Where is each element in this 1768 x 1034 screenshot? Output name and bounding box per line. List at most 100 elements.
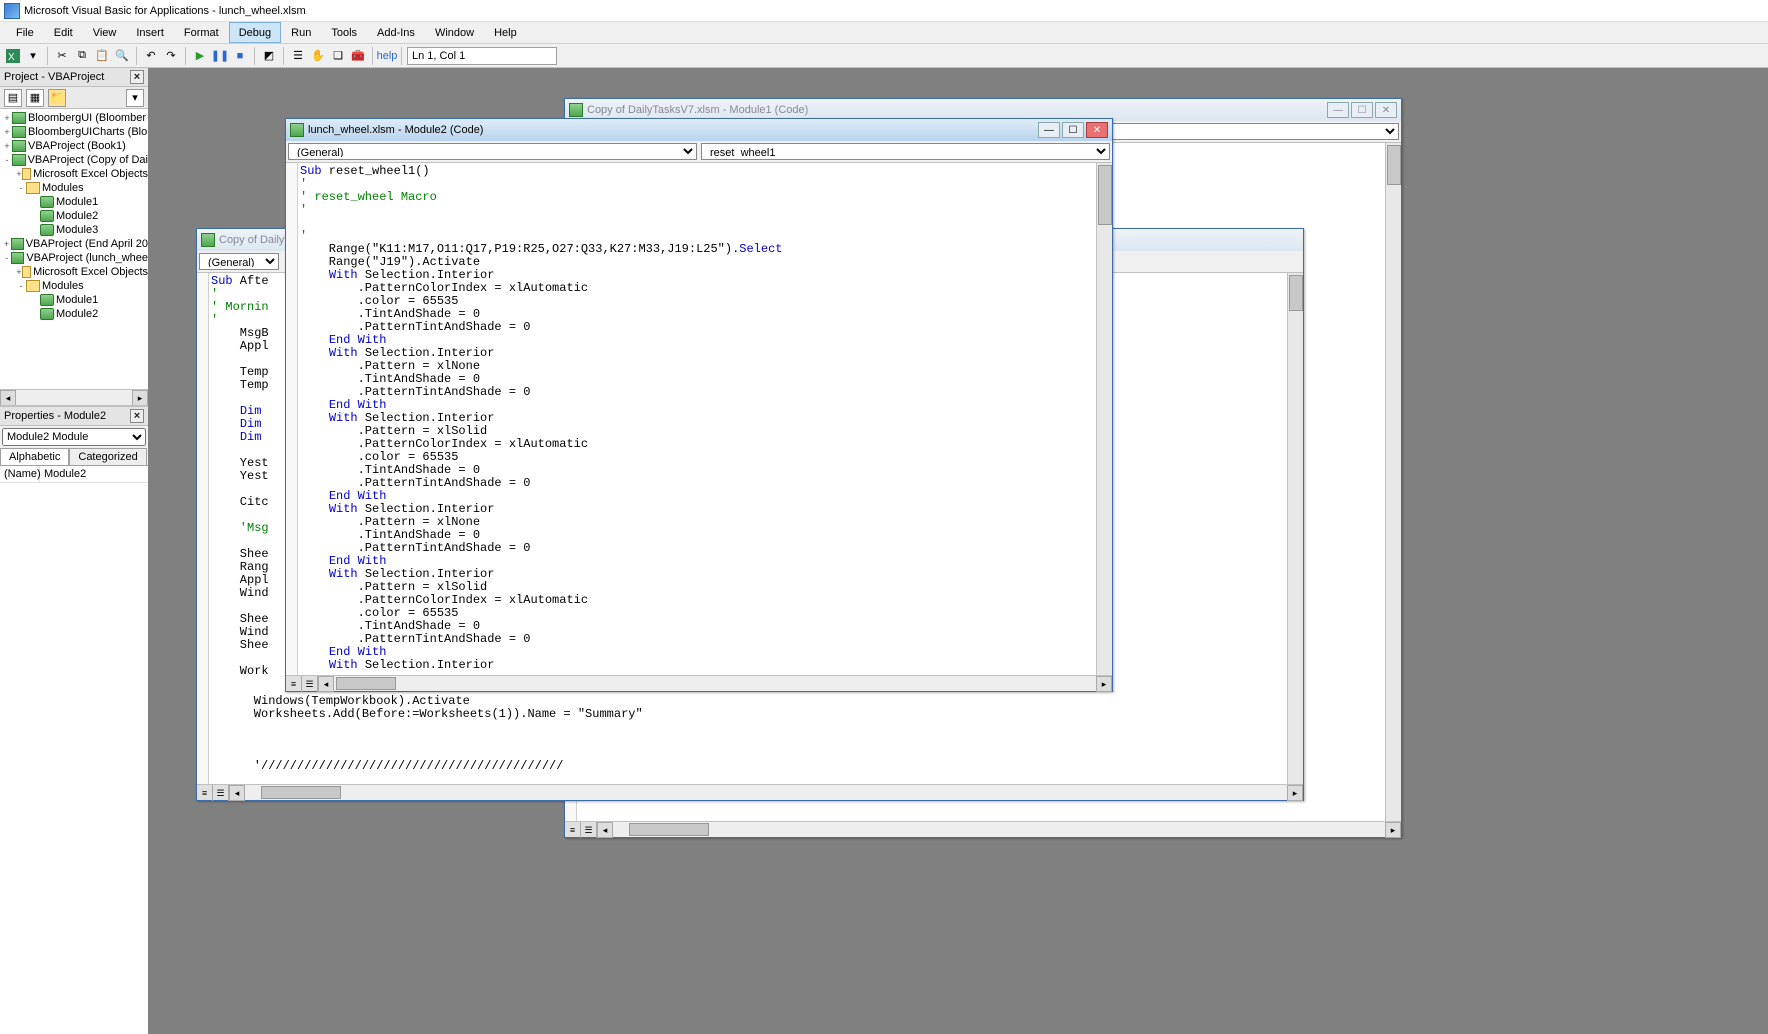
tree-toggle-icon[interactable]: + — [2, 113, 12, 123]
vertical-scrollbar[interactable] — [1096, 163, 1112, 675]
code-window-lunch-wheel-module2[interactable]: lunch_wheel.xlsm - Module2 (Code) — ☐ ✕ … — [285, 118, 1113, 692]
menu-tools[interactable]: Tools — [321, 22, 367, 43]
tree-node[interactable]: Module3 — [0, 223, 148, 237]
minimize-button[interactable]: — — [1327, 102, 1349, 118]
project-tree[interactable]: +BloombergUI (Bloomber+BloombergUICharts… — [0, 109, 148, 389]
tree-toggle-icon[interactable]: + — [2, 239, 11, 249]
tree-node[interactable]: +VBAProject (Book1) — [0, 139, 148, 153]
tree-node[interactable]: -VBAProject (lunch_whee — [0, 251, 148, 265]
paste-icon[interactable]: 📋 — [93, 47, 111, 65]
object-browser-icon[interactable]: ❏ — [329, 47, 347, 65]
properties-object-selector[interactable]: Module2 Module — [2, 428, 146, 446]
tree-toggle-icon[interactable]: + — [2, 141, 12, 151]
tree-toggle-icon[interactable]: - — [16, 281, 26, 291]
project-panel-close-icon[interactable]: × — [130, 70, 144, 84]
code-area[interactable]: Sub reset_wheel1() ' ' reset_wheel Macro… — [298, 163, 1096, 675]
xls-icon — [12, 112, 26, 124]
tree-node[interactable]: Module2 — [0, 209, 148, 223]
scroll-left-icon[interactable]: ◂ — [0, 390, 16, 406]
menu-format[interactable]: Format — [174, 22, 229, 43]
object-combo[interactable]: (General) — [288, 143, 697, 160]
help-icon[interactable]: help — [378, 47, 396, 65]
full-module-view-icon[interactable]: ☰ — [581, 822, 597, 838]
scroll-right-icon[interactable]: ▸ — [1385, 822, 1401, 838]
tab-alphabetic[interactable]: Alphabetic — [0, 448, 69, 465]
dropdown-icon[interactable]: ▾ — [24, 47, 42, 65]
run-icon[interactable]: ▶ — [191, 47, 209, 65]
tree-label: BloombergUICharts (Blo — [28, 126, 147, 138]
minimize-button[interactable]: — — [1038, 122, 1060, 138]
procedure-combo[interactable]: reset_wheel1 — [701, 143, 1110, 160]
close-button[interactable]: ✕ — [1086, 122, 1108, 138]
design-mode-icon[interactable]: ◩ — [260, 47, 278, 65]
menu-window[interactable]: Window — [425, 22, 484, 43]
maximize-button[interactable]: ☐ — [1351, 102, 1373, 118]
vertical-scrollbar[interactable] — [1385, 143, 1401, 821]
view-excel-icon[interactable]: X — [4, 47, 22, 65]
tree-toggle-icon[interactable]: + — [2, 127, 12, 137]
menu-insert[interactable]: Insert — [126, 22, 174, 43]
full-module-view-icon[interactable]: ☰ — [213, 785, 229, 801]
tree-node[interactable]: +VBAProject (End April 20 — [0, 237, 148, 251]
tree-node[interactable]: +BloombergUI (Bloomber — [0, 111, 148, 125]
scroll-right-icon[interactable]: ▸ — [1096, 676, 1112, 692]
full-module-view-icon[interactable]: ☰ — [302, 676, 318, 692]
object-combo[interactable]: (General) — [199, 253, 279, 270]
scroll-left-icon[interactable]: ◂ — [229, 785, 245, 801]
properties-panel-title: Properties - Module2 × — [0, 407, 148, 426]
view-code-icon[interactable]: ▤ — [4, 89, 22, 107]
menu-view[interactable]: View — [83, 22, 127, 43]
tree-node[interactable]: +Microsoft Excel Objects — [0, 167, 148, 181]
code-fragment-tail: Windows(TempWorkbook).Activate Worksheet… — [225, 695, 643, 773]
project-tree-hscroll[interactable]: ◂ ▸ — [0, 389, 148, 405]
menu-help[interactable]: Help — [484, 22, 527, 43]
folder-icon — [26, 182, 40, 194]
tree-toggle-icon[interactable]: - — [16, 183, 26, 193]
procedure-view-icon[interactable]: ≡ — [197, 785, 213, 801]
menu-add-ins[interactable]: Add-Ins — [367, 22, 425, 43]
tree-node[interactable]: - Modules — [0, 181, 148, 195]
tree-label: Modules — [42, 182, 84, 194]
find-icon[interactable]: 🔍 — [113, 47, 131, 65]
scroll-left-icon[interactable]: ◂ — [318, 676, 334, 692]
reset-icon[interactable]: ■ — [231, 47, 249, 65]
tab-categorized[interactable]: Categorized — [69, 448, 146, 465]
tree-node[interactable]: Module2 — [0, 307, 148, 321]
properties-grid[interactable]: (Name) Module2 — [0, 466, 148, 1034]
toolbox-icon[interactable]: 🧰 — [349, 47, 367, 65]
tree-node[interactable]: -VBAProject (Copy of Dai — [0, 153, 148, 167]
project-explorer-icon[interactable]: ☰ — [289, 47, 307, 65]
vertical-scrollbar[interactable] — [1287, 273, 1303, 784]
tree-node[interactable]: -Modules — [0, 279, 148, 293]
tree-node[interactable]: Module1 — [0, 195, 148, 209]
project-dropdown-icon[interactable]: ▾ — [126, 89, 144, 107]
procedure-view-icon[interactable]: ≡ — [565, 822, 581, 838]
scroll-right-icon[interactable]: ▸ — [132, 390, 148, 406]
undo-icon[interactable]: ↶ — [142, 47, 160, 65]
close-button[interactable]: ✕ — [1375, 102, 1397, 118]
window-titlebar[interactable]: lunch_wheel.xlsm - Module2 (Code) — ☐ ✕ — [286, 119, 1112, 141]
properties-close-icon[interactable]: × — [130, 409, 144, 423]
property-value[interactable]: Module2 — [40, 466, 90, 482]
menu-edit[interactable]: Edit — [44, 22, 83, 43]
tree-toggle-icon[interactable]: - — [2, 253, 11, 263]
folder-icon — [26, 280, 40, 292]
view-object-icon[interactable]: ▦ — [26, 89, 44, 107]
procedure-view-icon[interactable]: ≡ — [286, 676, 302, 692]
tree-toggle-icon[interactable]: - — [2, 155, 12, 165]
break-icon[interactable]: ❚❚ — [211, 47, 229, 65]
redo-icon[interactable]: ↷ — [162, 47, 180, 65]
cut-icon[interactable]: ✂ — [53, 47, 71, 65]
scroll-left-icon[interactable]: ◂ — [597, 822, 613, 838]
menu-file[interactable]: File — [6, 22, 44, 43]
tree-node[interactable]: Module1 — [0, 293, 148, 307]
copy-icon[interactable]: ⧉ — [73, 47, 91, 65]
tree-node[interactable]: + BloombergUICharts (Blo — [0, 125, 148, 139]
menu-debug[interactable]: Debug — [229, 22, 281, 43]
scroll-right-icon[interactable]: ▸ — [1287, 785, 1303, 801]
maximize-button[interactable]: ☐ — [1062, 122, 1084, 138]
tree-node[interactable]: +Microsoft Excel Objects — [0, 265, 148, 279]
properties-icon[interactable]: ✋ — [309, 47, 327, 65]
toggle-folders-icon[interactable]: 📁 — [48, 89, 66, 107]
menu-run[interactable]: Run — [281, 22, 321, 43]
